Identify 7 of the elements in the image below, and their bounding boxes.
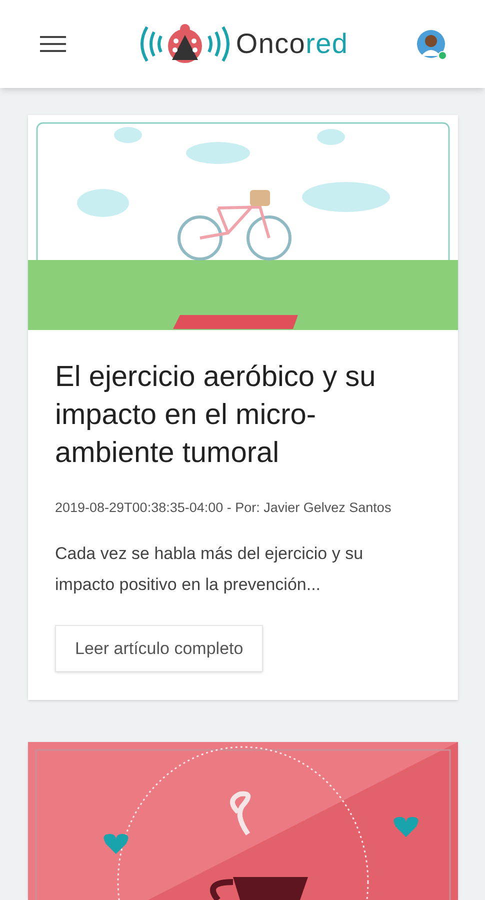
menu-icon[interactable]: [40, 34, 66, 54]
article-title: El ejercicio aeróbico y su impacto en el micro-ambiente tumoral: [55, 360, 377, 471]
article-meta: 2019-08-29T00:38:35-04:00 - Por: Javier Gelvez Santos: [55, 499, 392, 517]
read-more-button[interactable]: Leer artículo completo: [55, 625, 264, 672]
logo-text: Oncored: [236, 30, 348, 58]
avatar-icon[interactable]: [417, 30, 445, 58]
article-excerpt: Cada vez se habla más del ejercicio y su impacto positivo en la prevención...: [55, 543, 364, 596]
